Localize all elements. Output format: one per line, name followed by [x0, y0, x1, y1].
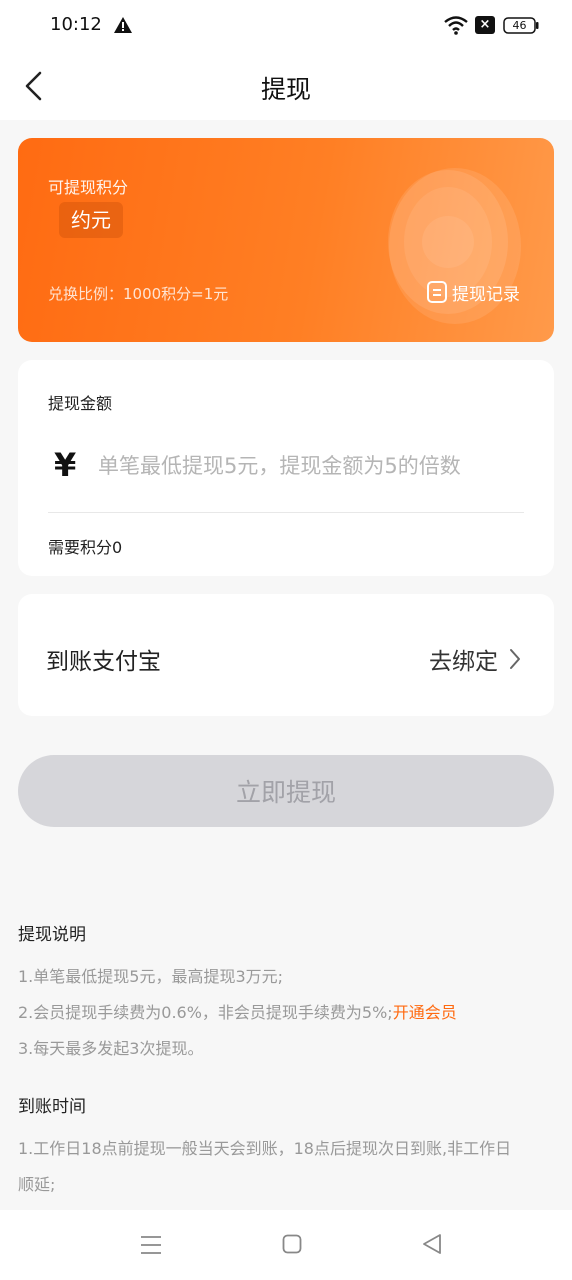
alipay-account-row[interactable]: 到账支付宝 去绑定 — [18, 594, 554, 716]
document-icon — [427, 281, 447, 303]
arrival-line: 顺延; — [18, 1175, 56, 1194]
page-title: 提现 — [260, 75, 311, 104]
points-card: 可提现积分 约元 兑换比例：1000积分=1元 提现记录 — [18, 138, 554, 342]
withdraw-record-label: 提现记录 — [452, 284, 520, 305]
bind-account-button[interactable]: 去绑定 — [429, 642, 522, 676]
divider — [48, 512, 524, 513]
bind-label: 去绑定 — [429, 649, 498, 675]
withdraw-instructions: 提现说明 1.单笔最低提现5元，最高提现3万元; 2.会员提现手续费为0.6%，… — [18, 920, 554, 1067]
status-time: 10:12 — [50, 14, 102, 35]
triangle-back-icon[interactable] — [422, 1233, 442, 1255]
instruction-line: 1.单笔最低提现5元，最高提现3万元; — [18, 967, 284, 986]
battery-level: 46 — [512, 19, 527, 32]
chevron-right-icon — [510, 649, 520, 669]
withdraw-now-button[interactable]: 立即提现 — [18, 755, 554, 827]
instruction-text: 2.会员提现手续费为0.6%，非会员提现手续费为5%; — [18, 1003, 393, 1022]
square-icon[interactable] — [282, 1234, 302, 1254]
exchange-ratio: 兑换比例：1000积分=1元 — [48, 285, 229, 303]
alipay-label: 到账支付宝 — [46, 649, 161, 675]
amount-section: 提现金额 ¥ 需要积分0 — [18, 360, 554, 576]
open-membership-link[interactable]: 开通会员 — [393, 1003, 457, 1022]
wifi-icon — [444, 16, 468, 35]
required-points: 需要积分0 — [48, 538, 123, 557]
instruction-line: 3.每天最多发起3次提现。 — [18, 1039, 204, 1058]
menu-icon[interactable] — [140, 1235, 162, 1255]
sim-off-icon: × — [475, 16, 495, 34]
yen-icon: ¥ — [54, 446, 77, 484]
arrival-line: 1.工作日18点前提现一般当天会到账，18点后提现次日到账,非工作日 — [18, 1139, 512, 1158]
amount-title: 提现金额 — [48, 394, 113, 413]
system-navigation-bar — [0, 1210, 572, 1280]
withdraw-record-button[interactable]: 提现记录 — [426, 278, 520, 306]
status-bar: 10:12 × 46 — [0, 0, 572, 52]
points-amount: 约元 — [59, 202, 123, 238]
header: 提现 — [0, 52, 572, 120]
arrival-time-title: 到账时间 — [18, 1097, 86, 1117]
coin-icon — [388, 168, 521, 324]
instruction-line: 2.会员提现手续费为0.6%，非会员提现手续费为5%;开通会员 — [18, 995, 554, 1031]
points-label: 可提现积分 — [48, 178, 129, 197]
amount-input[interactable] — [98, 444, 528, 488]
warning-icon — [114, 17, 132, 33]
instructions-title: 提现说明 — [18, 925, 86, 945]
